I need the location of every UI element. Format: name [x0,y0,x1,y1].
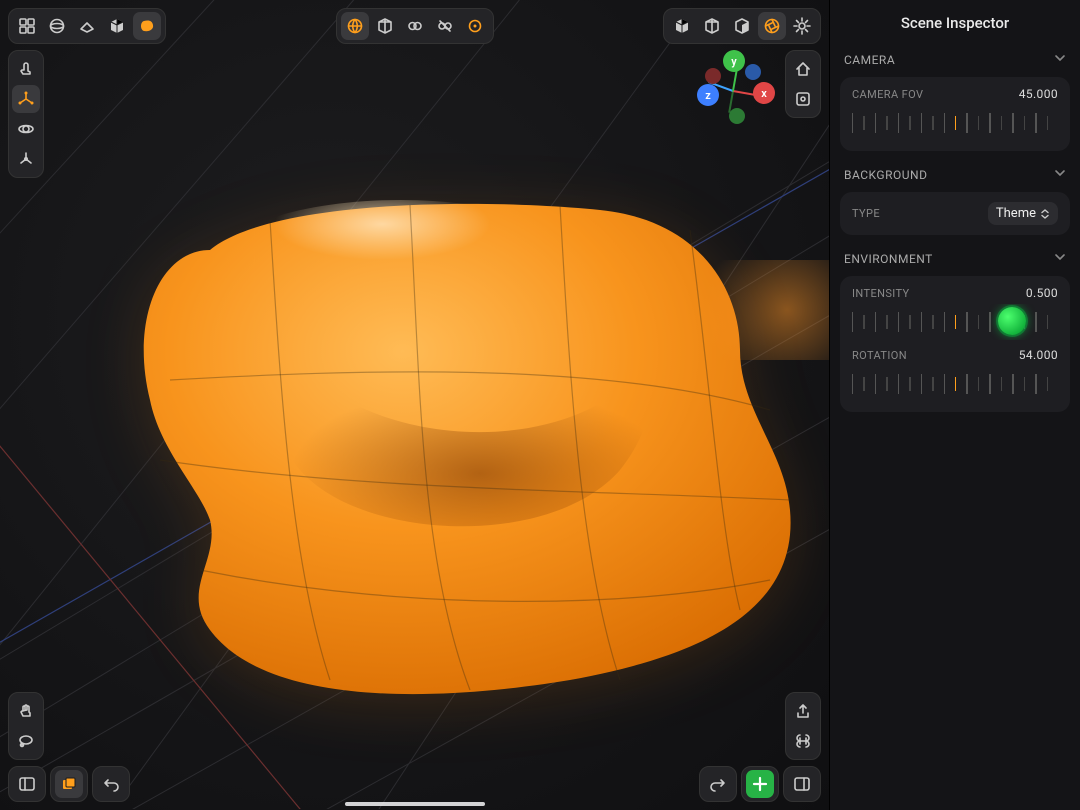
panel-right-group [783,766,821,802]
pan-hand-icon[interactable] [12,697,40,725]
right-nav-toolbar [785,50,821,118]
panel-right-icon[interactable] [788,770,816,798]
primitive-sphere-icon[interactable] [43,12,71,40]
chevron-down-icon [1054,52,1066,67]
shading-wire-icon[interactable] [698,12,726,40]
undo-icon[interactable] [97,770,125,798]
camera-section-header[interactable]: CAMERA [840,46,1070,73]
axis-gizmo[interactable]: x y z [693,50,773,130]
share-icon[interactable] [789,697,817,725]
layers-icon[interactable] [55,770,83,798]
gizmo-chain-icon[interactable] [401,12,429,40]
primitive-blob-icon[interactable] [133,12,161,40]
scene-object-blob[interactable] [100,180,800,700]
top-center-toolbar [336,8,494,44]
env-intensity-label: INTENSITY [852,287,910,300]
primitive-plane-icon[interactable] [73,12,101,40]
top-right-toolbar [663,8,821,44]
layers-group [50,766,88,802]
orbit-icon[interactable] [12,115,40,143]
axis-x-handle[interactable]: x [753,82,775,104]
chevron-down-icon [1054,167,1066,182]
apps-icon[interactable] [13,12,41,40]
render-icon[interactable] [758,12,786,40]
add-object-icon[interactable] [746,770,774,798]
shading-mat-icon[interactable] [728,12,756,40]
origin-icon[interactable] [12,145,40,173]
env-rotation-slider[interactable] [852,366,1058,402]
env-rotation-value[interactable]: 54.000 [1019,348,1058,362]
gizmo-chain-x-icon[interactable] [431,12,459,40]
camera-fov-slider[interactable] [852,105,1058,141]
undo-group [92,766,130,802]
touch-icon[interactable] [12,55,40,83]
axis-local-icon[interactable] [12,85,40,113]
environment-section-label: ENVIRONMENT [844,252,933,266]
env-rotation-label: ROTATION [852,349,907,362]
background-type-select[interactable]: Theme [988,202,1058,225]
axis-z-handle[interactable]: z [697,84,719,106]
panel-title: Scene Inspector [830,0,1080,46]
slider-knob[interactable] [998,307,1026,335]
left-lower-toolbar [8,692,44,760]
home-indicator [345,802,485,806]
background-section: BACKGROUND TYPE Theme [840,161,1070,235]
add-group [741,766,779,802]
camera-section-label: CAMERA [844,53,895,67]
select-arrows-icon [1040,208,1050,220]
environment-section-header[interactable]: ENVIRONMENT [840,245,1070,272]
home-view-icon[interactable] [789,55,817,83]
gizmo-world-icon[interactable] [341,12,369,40]
redo-icon[interactable] [704,770,732,798]
camera-fov-value[interactable]: 45.000 [1019,87,1058,101]
redo-group [699,766,737,802]
axis-y-neg-handle[interactable] [729,108,745,124]
scene-inspector-panel: Scene Inspector CAMERA CAMERA FOV 45.000… [830,0,1080,810]
top-left-toolbar [8,8,166,44]
panel-left-icon[interactable] [13,770,41,798]
background-section-label: BACKGROUND [844,168,927,182]
shading-solid-icon[interactable] [668,12,696,40]
viewport-3d[interactable]: x y z [0,0,830,810]
gizmo-cube-icon[interactable] [371,12,399,40]
left-upper-toolbar [8,50,44,178]
chevron-down-icon [1054,251,1066,266]
env-intensity-slider[interactable] [852,304,1058,340]
env-intensity-value[interactable]: 0.500 [1026,286,1058,300]
background-type-label: TYPE [852,207,880,220]
axis-z-neg-handle[interactable] [745,64,761,80]
right-lower-toolbar [785,692,821,760]
environment-section: ENVIRONMENT INTENSITY 0.500 ROTATION 54.… [840,245,1070,412]
shortcuts-icon[interactable] [789,727,817,755]
gizmo-target-icon[interactable] [461,12,489,40]
settings-icon[interactable] [788,12,816,40]
panel-left-group [8,766,46,802]
background-section-header[interactable]: BACKGROUND [840,161,1070,188]
primitive-cube-icon[interactable] [103,12,131,40]
camera-section: CAMERA CAMERA FOV 45.000 [840,46,1070,151]
frame-view-icon[interactable] [789,85,817,113]
axis-x-neg-handle[interactable] [705,68,721,84]
axis-y-handle[interactable]: y [723,50,745,72]
camera-fov-label: CAMERA FOV [852,88,923,101]
lasso-icon[interactable] [12,727,40,755]
